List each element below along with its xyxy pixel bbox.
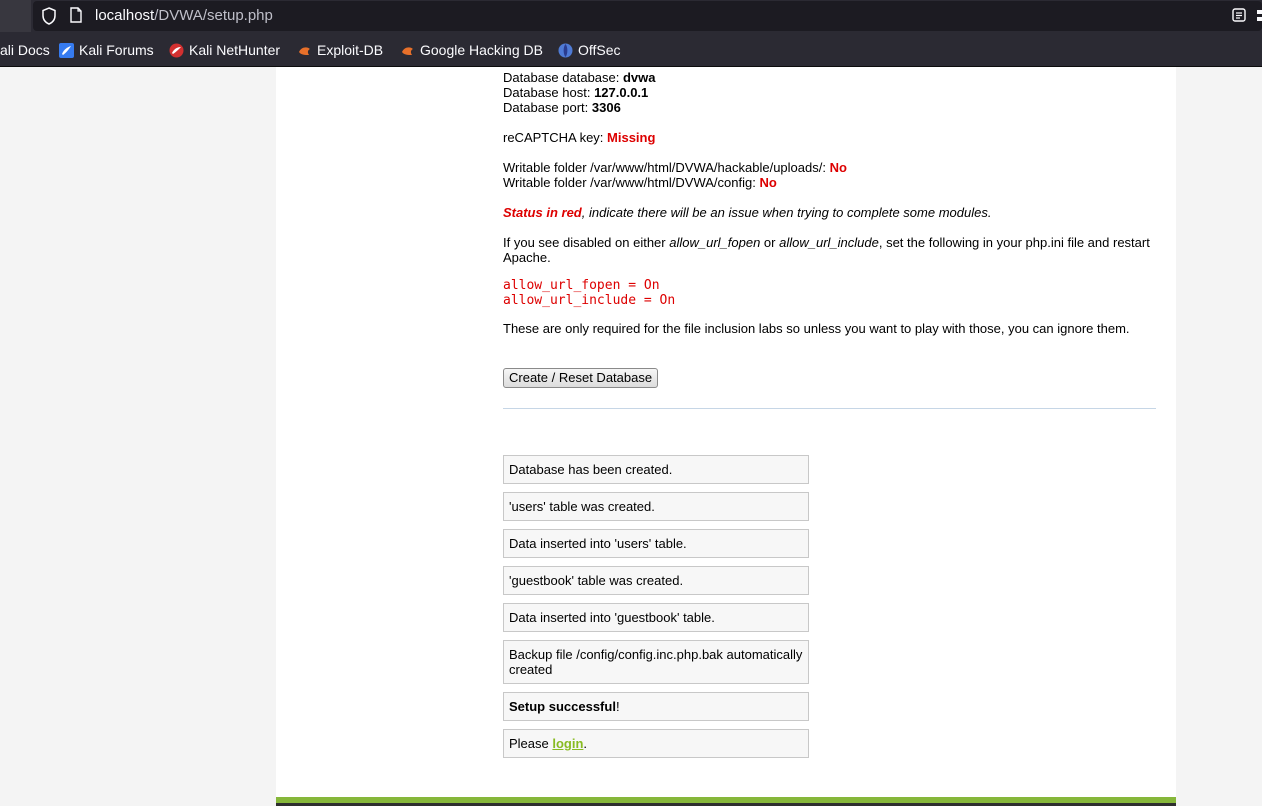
message-please-login: Please login. bbox=[503, 729, 809, 758]
message-guestbook-table-created: 'guestbook' table was created. bbox=[503, 566, 809, 595]
page-icon bbox=[70, 7, 82, 23]
bookmark-kali-nethunter[interactable]: Kali NetHunter bbox=[189, 42, 280, 58]
writable-uploads-label: Writable folder /var/www/html/DVWA/hacka… bbox=[503, 160, 830, 175]
reader-view-icon[interactable] bbox=[1231, 7, 1247, 23]
disabled-pre: If you see disabled on either bbox=[503, 235, 670, 250]
bookmark-kali-docs[interactable]: ali Docs bbox=[0, 42, 50, 58]
overflow-menu-icon[interactable] bbox=[1257, 10, 1262, 22]
kali-nethunter-icon bbox=[169, 43, 184, 58]
recaptcha-line: reCAPTCHA key: Missing bbox=[503, 130, 655, 145]
recaptcha-label: reCAPTCHA key: bbox=[503, 130, 608, 145]
url-host: localhost bbox=[95, 7, 155, 24]
db-host-line: Database host: 127.0.0.1 bbox=[503, 85, 648, 100]
browser-toolbar: localhost/DVWA/setup.php bbox=[0, 0, 1262, 32]
google-hacking-db-icon bbox=[402, 47, 413, 55]
url-text[interactable]: localhost/DVWA/setup.php bbox=[95, 7, 273, 24]
php-ini-instructions-cont: Apache. bbox=[503, 250, 551, 265]
writable-config-status: No bbox=[759, 175, 777, 190]
bookmark-offsec[interactable]: OffSec bbox=[578, 42, 621, 58]
kali-forums-icon bbox=[59, 43, 74, 58]
bookmark-exploit-db[interactable]: Exploit-DB bbox=[317, 42, 383, 58]
bookmark-google-hacking-db[interactable]: Google Hacking DB bbox=[420, 42, 543, 58]
backup-line2: created bbox=[509, 662, 553, 677]
code-line-fopen: allow_url_fopen = On bbox=[503, 278, 660, 293]
message-setup-successful: Setup successful! bbox=[503, 692, 809, 721]
php-ini-instructions: If you see disabled on either allow_url_… bbox=[503, 235, 1150, 250]
disabled-or: or bbox=[760, 235, 780, 250]
please-text: Please bbox=[509, 736, 553, 751]
message-backup-created: Backup file /config/config.inc.php.bak a… bbox=[503, 640, 809, 684]
backup-line1: Backup file /config/config.inc.php.bak a… bbox=[509, 647, 803, 662]
message-users-data-inserted: Data inserted into 'users' table. bbox=[503, 529, 809, 558]
db-host-label: Database host: bbox=[503, 85, 595, 100]
writable-uploads-line: Writable folder /var/www/html/DVWA/hacka… bbox=[503, 160, 847, 175]
please-period: . bbox=[583, 736, 588, 751]
db-database-label: Database database: bbox=[503, 70, 623, 85]
status-note: , indicate there will be an issue when t… bbox=[581, 205, 992, 220]
inclusion-note: These are only required for the file inc… bbox=[503, 321, 1130, 336]
bookmarks-toolbar: ali Docs Kali Forums Kali NetHunter Expl… bbox=[0, 32, 1262, 67]
allow-url-fopen-text: allow_url_fopen bbox=[669, 235, 761, 250]
recaptcha-status: Missing bbox=[607, 130, 656, 145]
offsec-icon bbox=[558, 43, 573, 58]
code-line-include: allow_url_include = On bbox=[503, 293, 676, 308]
setup-successful-text: Setup successful bbox=[509, 699, 616, 714]
db-port-label: Database port: bbox=[503, 100, 592, 115]
url-path: /DVWA/setup.php bbox=[154, 7, 273, 24]
bookmark-kali-forums[interactable]: Kali Forums bbox=[79, 42, 154, 58]
db-database-value: dvwa bbox=[622, 70, 656, 85]
setup-successful-exclaim: ! bbox=[615, 699, 620, 714]
message-guestbook-data-inserted: Data inserted into 'guestbook' table. bbox=[503, 603, 809, 632]
db-port-line: Database port: 3306 bbox=[503, 100, 621, 115]
dvwa-container: Database database: dvwa Database host: 1… bbox=[276, 67, 1176, 806]
divider bbox=[503, 408, 1156, 409]
allow-url-include-text: allow_url_include bbox=[779, 235, 879, 250]
db-database-line: Database database: dvwa bbox=[503, 70, 656, 85]
writable-config-line: Writable folder /var/www/html/DVWA/confi… bbox=[503, 175, 777, 190]
message-users-table-created: 'users' table was created. bbox=[503, 492, 809, 521]
db-host-value: 127.0.0.1 bbox=[594, 85, 649, 100]
message-database-created: Database has been created. bbox=[503, 455, 809, 484]
exploit-db-icon bbox=[299, 47, 310, 55]
shield-icon[interactable] bbox=[41, 7, 57, 25]
create-reset-database-button[interactable]: Create / Reset Database bbox=[503, 368, 659, 388]
writable-config-label: Writable folder /var/www/html/DVWA/confi… bbox=[503, 175, 760, 190]
writable-uploads-status: No bbox=[829, 160, 847, 175]
status-red-text: Status in red bbox=[503, 205, 582, 220]
status-legend: Status in red, indicate there will be an… bbox=[503, 205, 991, 220]
db-port-value: 3306 bbox=[591, 100, 621, 115]
page-background: Database database: dvwa Database host: 1… bbox=[0, 67, 1262, 806]
toolbar-edge bbox=[0, 0, 31, 32]
disabled-post: , set the following in your php.ini file… bbox=[878, 235, 1150, 250]
login-link[interactable]: login bbox=[552, 736, 583, 751]
